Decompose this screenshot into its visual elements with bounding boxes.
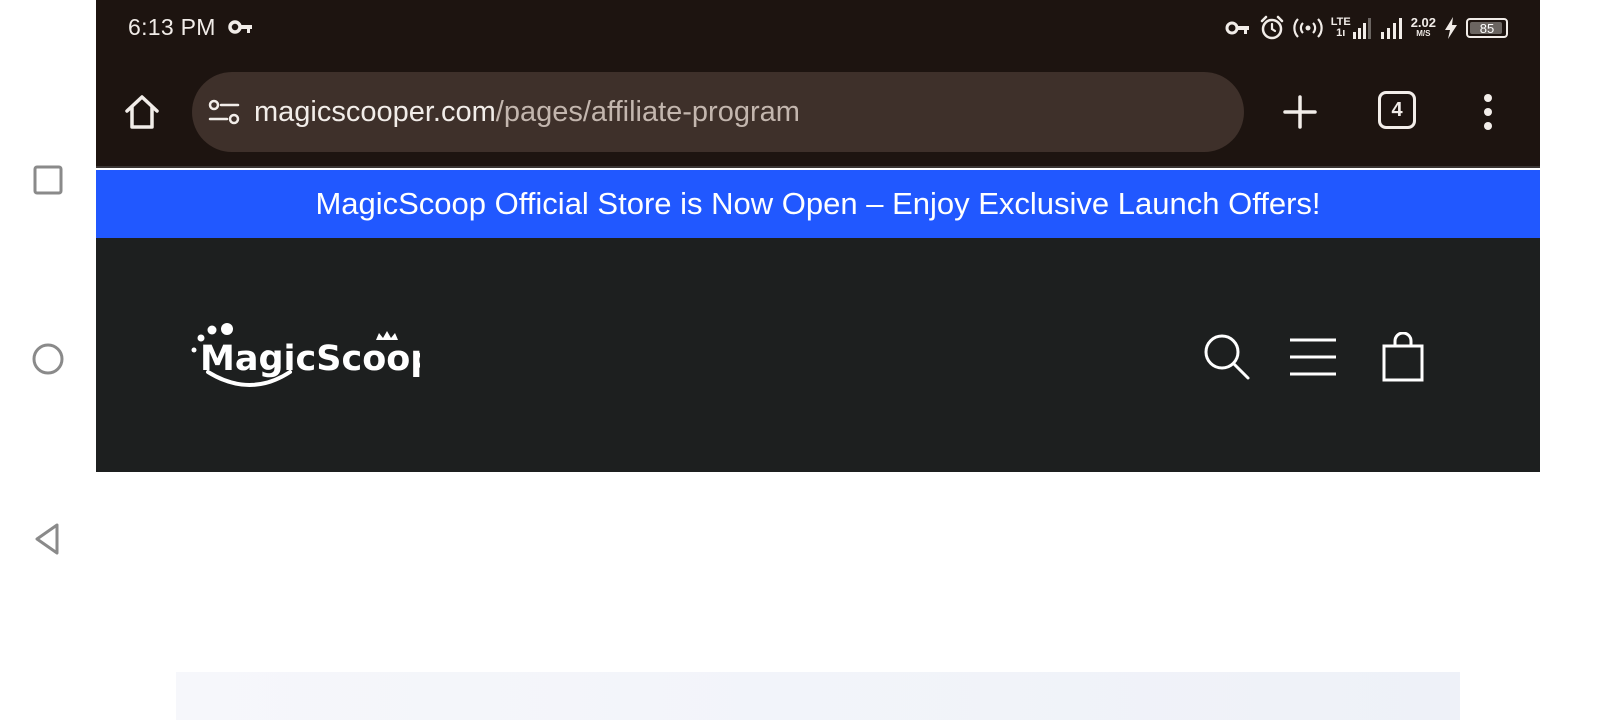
phone-screen: 6:13 PM LTE 1ı 2.02 M/S 85 magicscooper.… — [96, 0, 1540, 720]
hamburger-menu-icon[interactable] — [1288, 332, 1338, 382]
network-speed-unit: M/S — [1416, 29, 1431, 38]
network-sub-label: 1ı — [1336, 27, 1346, 39]
url-host: magicscooper.com — [254, 95, 496, 128]
home-nav-icon — [32, 343, 64, 375]
network-speed: 2.02 M/S — [1410, 15, 1436, 39]
system-nav-bar — [0, 0, 96, 720]
announcement-text: MagicScoop Official Store is Now Open – … — [315, 186, 1321, 221]
signal-bars-icon — [1352, 18, 1371, 39]
status-time: 6:13 PM — [128, 14, 216, 40]
search-icon[interactable] — [1202, 332, 1252, 382]
address-bar[interactable]: magicscooper.com/pages/affiliate-program — [192, 72, 1244, 152]
status-bar: 6:13 PM LTE 1ı 2.02 M/S 85 — [96, 0, 1540, 56]
logo-text: MagicScoop — [200, 339, 420, 379]
url-text: magicscooper.com/pages/affiliate-program — [254, 96, 800, 129]
back-icon — [35, 523, 59, 555]
alarm-icon — [1260, 15, 1283, 40]
signal-bars-icon — [1380, 18, 1402, 39]
content-card — [176, 672, 1460, 720]
shopping-bag-icon[interactable] — [1378, 332, 1428, 382]
home-nav-button[interactable] — [30, 341, 66, 377]
announcement-bar[interactable]: MagicScoop Official Store is Now Open – … — [96, 170, 1540, 238]
battery-icon: 85 — [1466, 18, 1508, 38]
lte-signal: LTE 1ı — [1331, 17, 1373, 39]
browser-toolbar: magicscooper.com/pages/affiliate-program… — [96, 56, 1540, 168]
charging-icon — [1445, 17, 1457, 39]
site-settings-icon[interactable] — [208, 96, 240, 128]
back-nav-button[interactable] — [30, 521, 66, 557]
network-speed-value: 2.02 — [1410, 15, 1436, 30]
vpn-key-icon — [228, 20, 252, 34]
new-tab-icon[interactable] — [1280, 92, 1320, 132]
battery-level: 85 — [1479, 20, 1495, 36]
url-path: /pages/affiliate-program — [495, 95, 800, 128]
tab-switcher-button[interactable]: 4 — [1378, 91, 1416, 129]
recent-apps-button[interactable] — [30, 162, 66, 198]
page-content — [96, 472, 1540, 720]
battery-indicator: 85 — [1466, 18, 1508, 38]
hotspot-icon — [1293, 18, 1323, 38]
more-options-icon[interactable] — [1476, 92, 1500, 132]
vpn-key-icon — [1225, 21, 1249, 35]
status-icons: LTE 1ı 2.02 M/S 85 — [1225, 14, 1508, 42]
tab-count: 4 — [1391, 98, 1403, 121]
magicscoop-logo[interactable]: MagicScoop — [190, 320, 420, 392]
home-icon[interactable] — [122, 92, 162, 132]
recent-apps-icon — [33, 165, 63, 195]
site-header: MagicScoop — [96, 238, 1540, 472]
